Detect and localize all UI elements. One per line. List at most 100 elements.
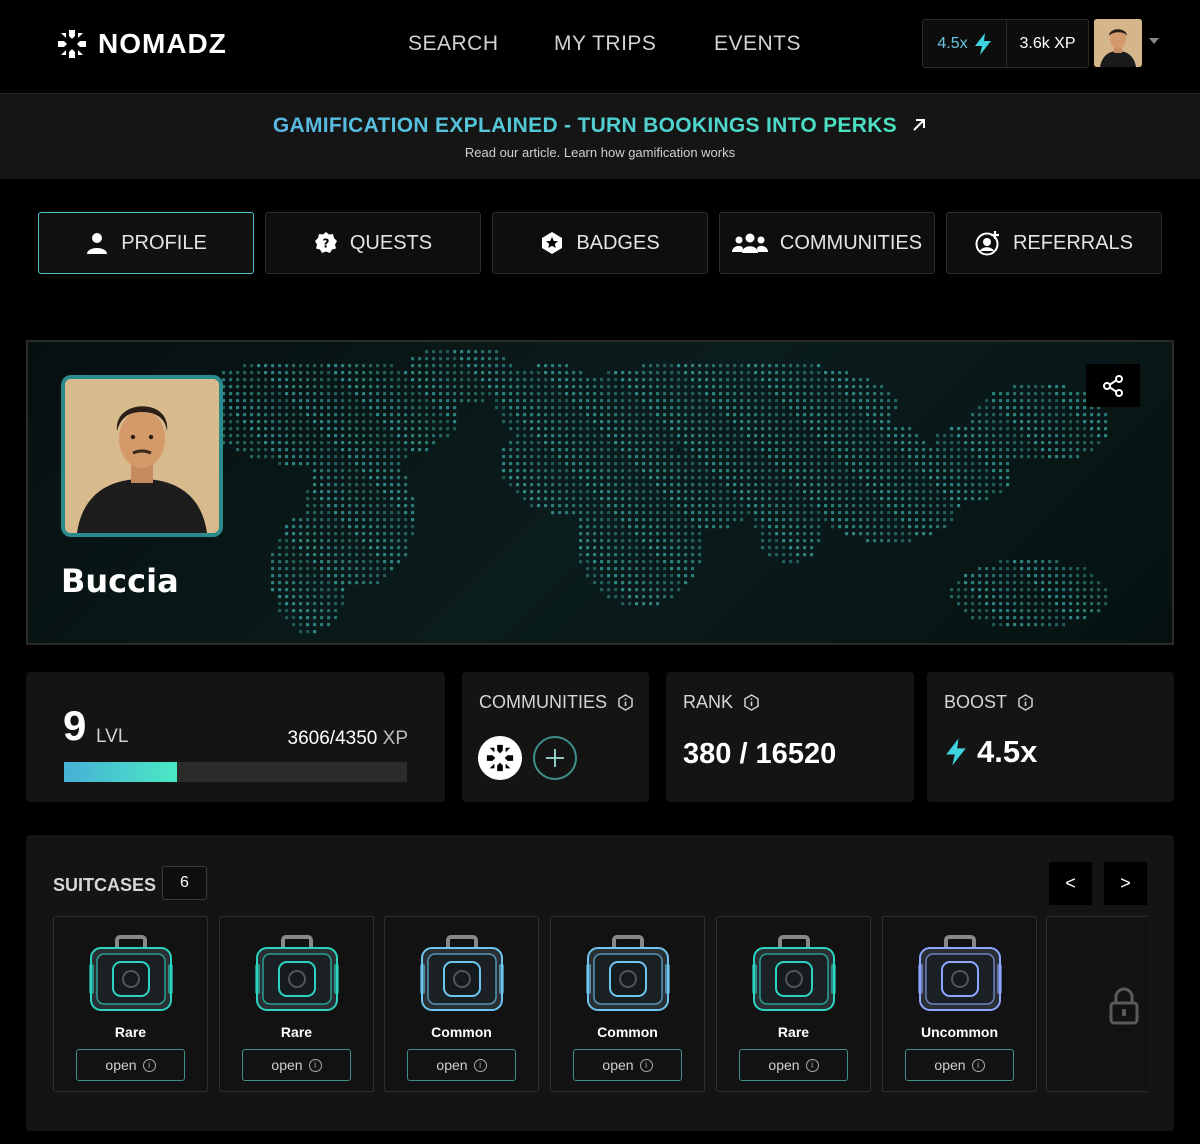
boost-value-row: 4.5x: [945, 734, 1037, 770]
xp-stat: 3.6k XP: [1019, 34, 1076, 52]
rank-card: RANK 380 / 16520: [666, 672, 914, 802]
rank-title: RANK: [683, 692, 760, 713]
boost-title: BOOST: [944, 692, 1034, 713]
banner-title[interactable]: GAMIFICATION EXPLAINED - TURN BOOKINGS I…: [0, 114, 1200, 138]
open-suitcase-button[interactable]: open i: [573, 1049, 682, 1081]
suitcase-icon: [420, 935, 504, 1011]
suitcase-rarity-label: Common: [431, 1024, 492, 1040]
info-hex-icon[interactable]: [1017, 694, 1034, 711]
tab-label: COMMUNITIES: [779, 231, 923, 254]
info-icon: i: [805, 1058, 819, 1072]
profile-portrait-icon: [65, 379, 219, 533]
communities-title-text: COMMUNITIES: [479, 692, 607, 712]
info-hex-icon[interactable]: [617, 694, 634, 711]
user-avatar[interactable]: [1094, 19, 1142, 67]
open-suitcase-button[interactable]: open i: [905, 1049, 1014, 1081]
open-button-label: open: [105, 1057, 137, 1073]
suitcase-rarity-label: Common: [597, 1024, 658, 1040]
level-number: 9: [63, 702, 87, 749]
tab-label: PROFILE: [121, 231, 207, 254]
info-icon: i: [142, 1058, 156, 1072]
banner-title-text: GAMIFICATION EXPLAINED - TURN BOOKINGS I…: [272, 114, 897, 137]
banner-subtitle: Read our article. Learn how gamification…: [464, 145, 736, 160]
tab-quests[interactable]: ? QUESTS: [265, 212, 481, 274]
suitcase-card: Rare open i: [219, 916, 374, 1092]
boost-stat: 4.5x: [923, 20, 1007, 67]
open-suitcase-button[interactable]: open i: [76, 1049, 185, 1081]
boost-title-text: BOOST: [944, 692, 1008, 712]
community-nomadz-icon[interactable]: [478, 736, 522, 780]
open-suitcase-button[interactable]: open i: [407, 1049, 516, 1081]
info-icon: i: [639, 1058, 653, 1072]
xp-progress-value: 3606/4350: [287, 728, 378, 749]
suitcases-next-button[interactable]: >: [1104, 862, 1147, 905]
profile-hero: Buccia: [26, 340, 1174, 645]
communities-card: COMMUNITIES: [462, 672, 649, 802]
tab-communities[interactable]: COMMUNITIES: [719, 212, 935, 274]
rank-value: 380 / 16520: [683, 738, 837, 770]
level-label: LVL: [96, 726, 129, 747]
xp-unit: XP: [382, 728, 408, 749]
nav-search-link[interactable]: SEARCH: [408, 32, 499, 56]
suitcase-icon: [255, 935, 339, 1011]
level-card: 9 LVL 3606/4350 XP: [26, 672, 445, 802]
user-stats-box[interactable]: 4.5x 3.6k XP: [922, 19, 1089, 68]
suitcases-panel: SUITCASES 6 < > Uncommon open i Rare open i Co…: [26, 835, 1174, 1131]
lightning-icon: [946, 738, 966, 766]
tab-badges[interactable]: BADGES: [492, 212, 708, 274]
profile-name: Buccia: [61, 562, 179, 600]
user-icon: [87, 233, 108, 254]
boost-card: BOOST 4.5x: [927, 672, 1174, 802]
nav-events-link[interactable]: EVENTS: [714, 32, 801, 56]
tab-label: BADGES: [576, 231, 660, 254]
add-community-button[interactable]: [533, 736, 577, 780]
tab-label: REFERRALS: [1012, 231, 1134, 254]
suitcase-icon: [918, 935, 1002, 1011]
nav-my-trips-link[interactable]: MY TRIPS: [554, 32, 656, 56]
nomadz-logo-icon: [486, 744, 514, 772]
locked-suitcase-slot: [1046, 916, 1147, 1092]
open-suitcase-button[interactable]: open i: [739, 1049, 848, 1081]
rank-title-text: RANK: [683, 692, 734, 712]
open-button-label: open: [602, 1057, 634, 1073]
avatar-portrait-icon: [1094, 19, 1142, 67]
share-icon: [1103, 374, 1123, 397]
tab-label: QUESTS: [349, 231, 433, 254]
share-button[interactable]: [1086, 364, 1140, 407]
lightning-icon: [974, 32, 991, 55]
star-badge-icon: [542, 232, 563, 254]
tab-profile[interactable]: PROFILE: [38, 212, 254, 274]
suitcase-rarity-label: Uncommon: [921, 1024, 998, 1040]
xp-progress-fill: [64, 762, 178, 782]
suitcase-card: Uncommon open i: [882, 916, 1037, 1092]
open-suitcase-button[interactable]: open i: [242, 1049, 351, 1081]
plus-icon: [546, 749, 564, 767]
suitcase-card: Common open i: [550, 916, 705, 1092]
lock-icon: [1109, 987, 1139, 1025]
suitcases-prev-button[interactable]: <: [1049, 862, 1092, 905]
suitcase-rarity-label: Rare: [280, 1024, 313, 1040]
info-hex-icon[interactable]: [743, 694, 760, 711]
tab-referrals[interactable]: REFERRALS: [946, 212, 1162, 274]
brand-name: NOMADZ: [98, 28, 227, 59]
brand-logo[interactable]: NOMADZ: [56, 28, 227, 60]
question-badge-icon: ?: [314, 232, 337, 253]
xp-progress-text: 3606/4350 XP: [288, 728, 408, 750]
suitcase-card: Rare open i: [53, 916, 208, 1092]
boost-stat-value: 4.5x: [937, 34, 968, 52]
suitcases-title: SUITCASES: [53, 875, 157, 895]
add-user-icon: [975, 231, 999, 256]
external-arrow-icon: [913, 119, 926, 131]
svg-text:?: ?: [322, 237, 329, 251]
gamification-banner[interactable]: GAMIFICATION EXPLAINED - TURN BOOKINGS I…: [0, 93, 1200, 179]
chevron-down-icon[interactable]: [1149, 38, 1159, 44]
suitcase-icon: [89, 935, 173, 1011]
suitcase-card: Rare open i: [716, 916, 871, 1092]
info-icon: i: [473, 1058, 487, 1072]
suitcases-carousel: Uncommon open i Rare open i Common open i Common o…: [53, 916, 1147, 1092]
top-navbar: NOMADZ SEARCH MY TRIPS EVENTS 4.5x 3.6k …: [0, 0, 1200, 92]
suitcases-count-badge: 6: [162, 866, 207, 900]
xp-progress-bar: [64, 762, 407, 782]
suitcase-rarity-label: Rare: [114, 1024, 147, 1040]
info-icon: i: [971, 1058, 985, 1072]
